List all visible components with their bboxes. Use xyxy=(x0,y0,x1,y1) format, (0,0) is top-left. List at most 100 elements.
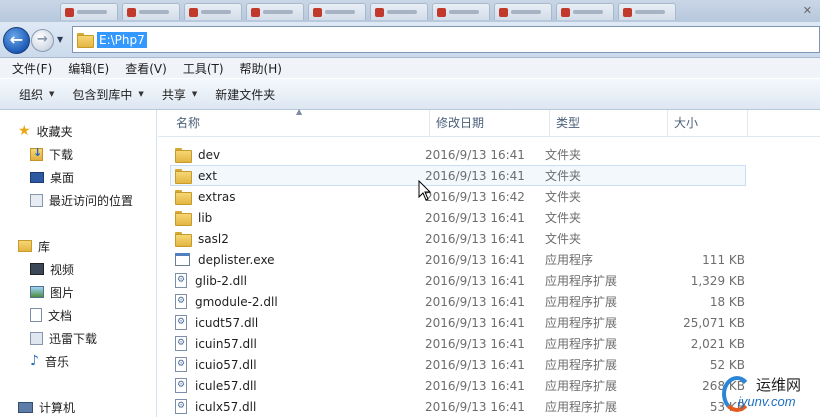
menu-help[interactable]: 帮助(H) xyxy=(232,60,290,77)
file-name-cell: icuio57.dll xyxy=(171,357,425,372)
file-date-modified: 2016/9/13 16:41 xyxy=(425,294,525,309)
nav-videos[interactable]: 视频 xyxy=(30,259,74,279)
tab[interactable] xyxy=(432,3,490,20)
tab[interactable] xyxy=(556,3,614,20)
file-name-cell: sasl2 xyxy=(171,232,425,247)
tab[interactable] xyxy=(370,3,428,20)
file-name: dev xyxy=(198,147,221,162)
file-type: 文件夹 xyxy=(545,169,582,183)
file-name: icuin57.dll xyxy=(195,336,257,351)
menu-file[interactable]: 文件(F) xyxy=(4,60,60,77)
include-in-library-button[interactable]: 包含到库中 ▼ xyxy=(63,86,152,103)
browser-tab-strip: ✕ xyxy=(0,0,820,22)
tab-favicon-icon xyxy=(251,7,260,17)
tab[interactable] xyxy=(494,3,552,20)
file-row[interactable]: icuin57.dll 2016/9/13 16:41 应用程序扩展 2,021 KB xyxy=(170,333,746,354)
file-name-cell: iculx57.dll xyxy=(171,399,425,414)
nav-label: 视频 xyxy=(50,262,75,277)
watermark-url: iyunv.com xyxy=(738,394,796,409)
organize-button[interactable]: 组织 ▼ xyxy=(10,86,63,103)
file-row[interactable]: icudt57.dll 2016/9/13 16:41 应用程序扩展 25,071 K… xyxy=(170,312,746,333)
menu-view[interactable]: 查看(V) xyxy=(117,60,175,77)
file-row[interactable]: dev 2016/9/13 16:41 文件夹 xyxy=(170,144,746,165)
back-button[interactable]: ← xyxy=(3,27,30,54)
recent-pages-button[interactable]: ▼ xyxy=(57,35,63,44)
tab[interactable] xyxy=(122,3,180,20)
file-row[interactable]: glib-2.dll 2016/9/13 16:41 应用程序扩展 1,329 KB xyxy=(170,270,746,291)
file-row[interactable]: lib 2016/9/13 16:41 文件夹 xyxy=(170,207,746,228)
nav-libraries[interactable]: 库 xyxy=(18,236,50,256)
file-name-cell: dev xyxy=(171,147,425,163)
nav-desktop[interactable]: 桌面 xyxy=(30,167,74,187)
nav-favorites[interactable]: ★ 收藏夹 xyxy=(18,121,73,141)
file-date-modified: 2016/9/13 16:41 xyxy=(425,399,525,414)
nav-label: 桌面 xyxy=(50,170,75,185)
new-folder-button[interactable]: 新建文件夹 xyxy=(206,86,284,103)
tab[interactable] xyxy=(184,3,242,20)
file-name: icuio57.dll xyxy=(195,357,257,372)
file-name-cell: extras xyxy=(171,190,425,205)
nav-label: 收藏夹 xyxy=(36,124,73,139)
file-date-modified: 2016/9/13 16:41 xyxy=(425,210,525,225)
address-path[interactable]: E:\Php7 xyxy=(97,31,147,48)
address-bar[interactable]: E:\Php7 xyxy=(72,26,820,53)
close-icon[interactable]: ✕ xyxy=(803,4,812,17)
file-name-cell: gmodule-2.dll xyxy=(171,294,425,309)
tab[interactable] xyxy=(60,3,118,20)
arrow-left-icon: ← xyxy=(9,30,24,49)
tab-favicon-icon xyxy=(313,7,322,17)
menu-tools[interactable]: 工具(T) xyxy=(175,60,232,77)
file-row[interactable]: ext 2016/9/13 16:41 文件夹 xyxy=(170,165,746,186)
file-type: 应用程序扩展 xyxy=(545,316,618,330)
nav-label: 库 xyxy=(38,239,51,254)
column-size[interactable]: 大小 xyxy=(668,110,748,137)
file-row[interactable]: deplister.exe 2016/9/13 16:41 应用程序 111 KB xyxy=(170,249,746,270)
file-name-cell: glib-2.dll xyxy=(171,273,425,288)
column-date-modified[interactable]: 修改日期 xyxy=(430,110,550,137)
column-name[interactable]: 名称 xyxy=(170,110,430,137)
file-type: 应用程序扩展 xyxy=(545,274,618,288)
nav-pictures[interactable]: 图片 xyxy=(30,282,74,302)
nav-music[interactable]: ♪ 音乐 xyxy=(30,351,69,371)
file-row[interactable]: sasl2 2016/9/13 16:41 文件夹 xyxy=(170,228,746,249)
file-date-modified: 2016/9/13 16:42 xyxy=(425,189,525,204)
tab-favicon-icon xyxy=(127,7,136,17)
file-row[interactable]: icule57.dll2016/9/13 16:41应用程序扩展268 KB xyxy=(170,375,746,396)
nav-downloads[interactable]: 下载 xyxy=(30,144,73,164)
file-type: 应用程序扩展 xyxy=(545,337,618,351)
nav-computer[interactable]: 计算机 xyxy=(18,397,75,417)
file-row[interactable]: extras 2016/9/13 16:42 文件夹 xyxy=(170,186,746,207)
share-button[interactable]: 共享 ▼ xyxy=(153,86,206,103)
file-name: ext xyxy=(198,168,217,183)
file-name: icudt57.dll xyxy=(195,315,259,330)
dll-icon xyxy=(175,315,187,330)
tab-favicon-icon xyxy=(561,7,570,17)
file-date-modified: 2016/9/13 16:41 xyxy=(425,336,525,351)
file-date-modified: 2016/9/13 16:41 xyxy=(425,273,525,288)
file-size: 2,021 KB xyxy=(690,336,745,351)
tab[interactable] xyxy=(246,3,304,20)
nav-label: 文档 xyxy=(48,308,73,323)
tab[interactable] xyxy=(308,3,366,20)
tab[interactable] xyxy=(618,3,676,20)
nav-thunder-downloads[interactable]: 迅雷下载 xyxy=(30,328,97,348)
file-row[interactable]: icuio57.dll 2016/9/13 16:41 应用程序扩展 52 KB xyxy=(170,354,746,375)
arrow-right-icon: → xyxy=(37,32,48,47)
exe-icon xyxy=(175,253,190,266)
file-row[interactable]: gmodule-2.dll 2016/9/13 16:41 应用程序扩展 18 KB xyxy=(170,291,746,312)
nav-documents[interactable]: 文档 xyxy=(30,305,72,325)
share-label: 共享 xyxy=(161,87,186,102)
new-folder-label: 新建文件夹 xyxy=(215,87,276,102)
nav-label: 下载 xyxy=(49,147,74,162)
nav-recent[interactable]: 最近访问的位置 xyxy=(30,190,133,210)
column-type[interactable]: 类型 xyxy=(550,110,668,137)
file-date-modified: 2016/9/13 16:41 xyxy=(425,252,525,267)
forward-button[interactable]: → xyxy=(31,29,54,52)
tab-favicon-icon xyxy=(499,7,508,17)
file-type: 文件夹 xyxy=(545,232,582,246)
file-name-cell: icule57.dll xyxy=(171,378,425,393)
music-note-icon: ♪ xyxy=(30,353,39,369)
menu-edit[interactable]: 编辑(E) xyxy=(60,60,117,77)
file-row[interactable]: iculx57.dll2016/9/13 16:41应用程序扩展53 KB xyxy=(170,396,746,417)
folder-icon xyxy=(175,169,192,184)
